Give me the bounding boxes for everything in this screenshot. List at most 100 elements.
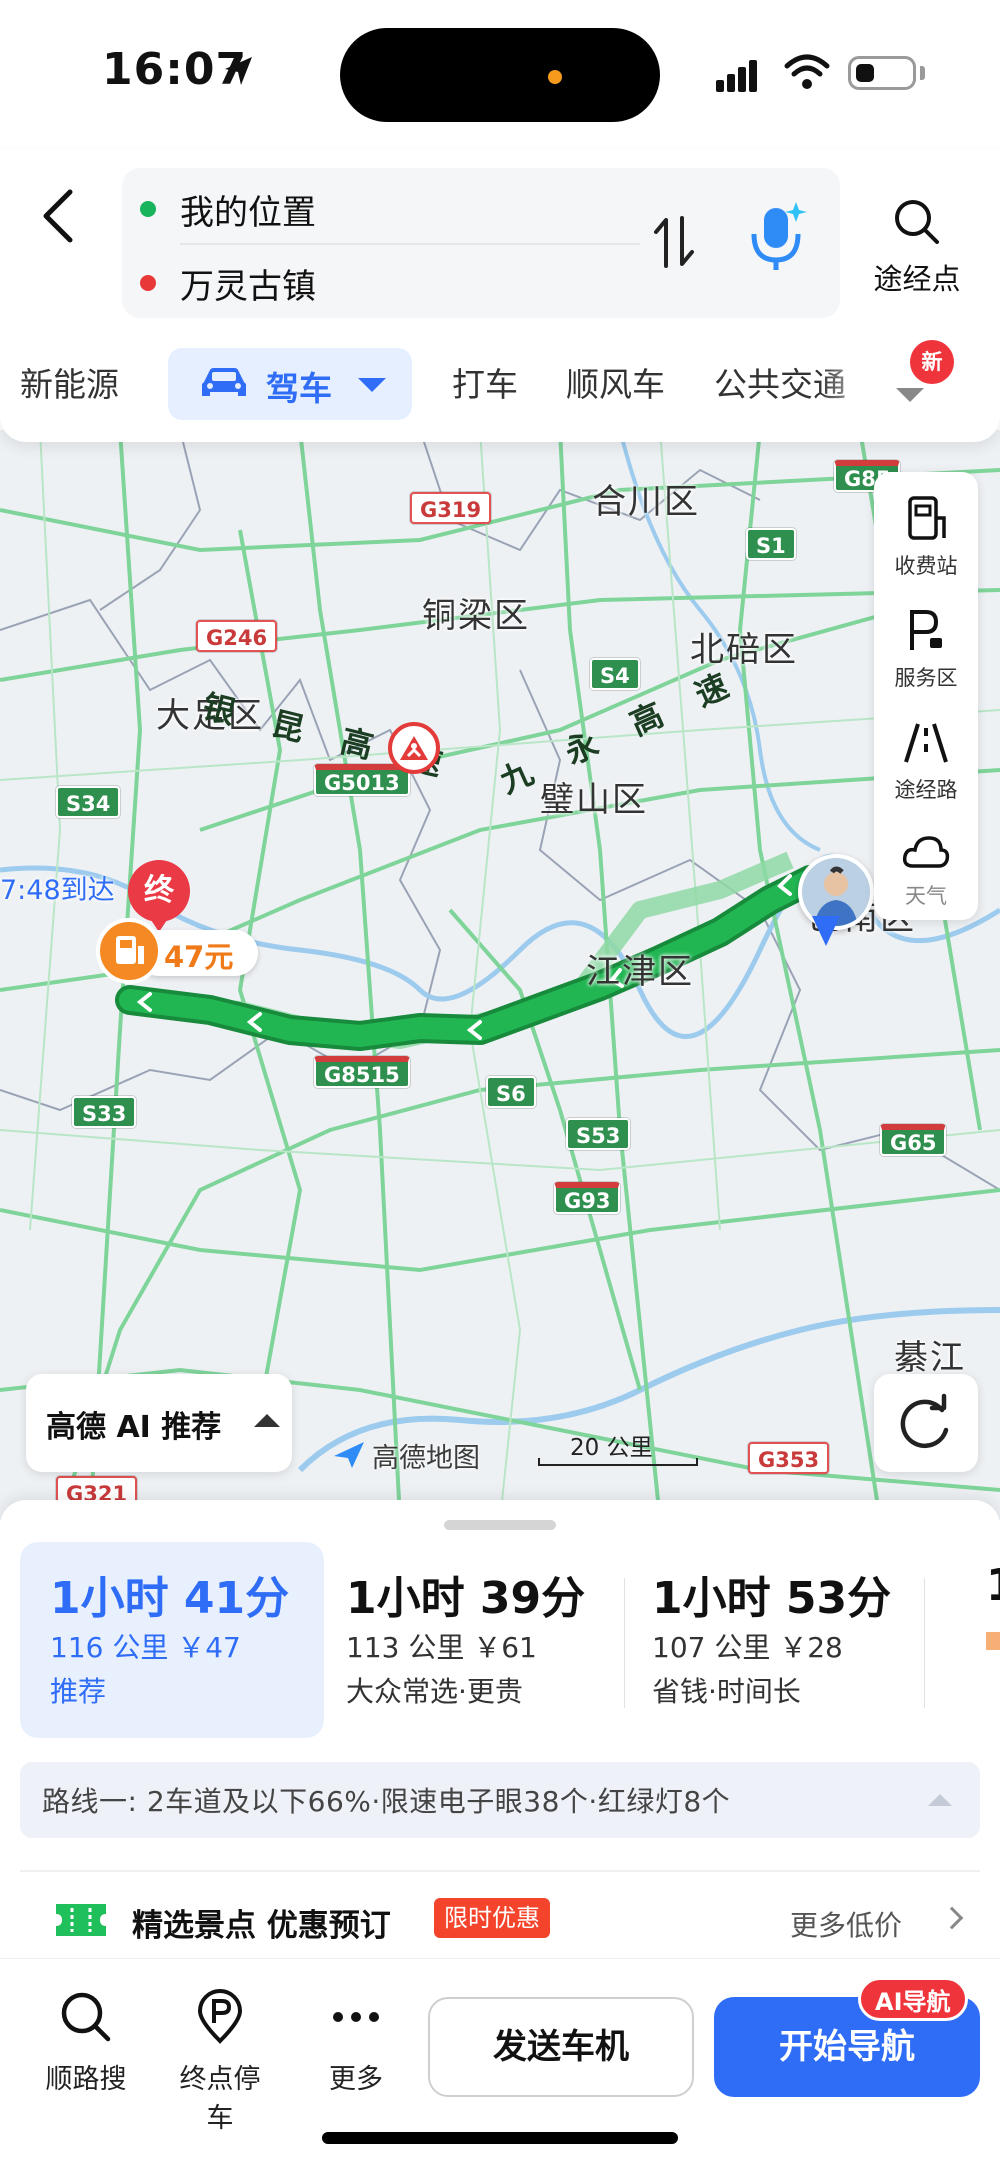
road-shield: S1 <box>746 528 796 560</box>
tab-taxi[interactable]: 打车 <box>452 358 518 406</box>
route-option-1[interactable]: 1小时 41分 116 公里 ￥47 推荐 <box>20 1542 324 1738</box>
road-shield: G8515 <box>314 1056 410 1088</box>
via-road-toggle[interactable]: 途经路 <box>874 718 978 804</box>
tab-drive[interactable]: 驾车 <box>168 348 412 420</box>
end-marker-label: 终 <box>128 860 190 922</box>
privacy-indicator <box>548 70 562 84</box>
road-shield: G246 <box>196 620 278 652</box>
search-header: 我的位置 万灵古镇 途经点 新能源 驾车 打车 顺风车 公共交通 新 <box>0 150 1000 442</box>
route-duration: 1小时 39分 <box>346 1573 586 1624</box>
chevron-down-icon <box>358 378 386 392</box>
route-duration: 1小时 41分 <box>50 1573 290 1624</box>
cloud-icon <box>902 836 950 868</box>
route-separator <box>624 1578 625 1708</box>
cellular-signal-icon <box>716 60 757 92</box>
amap-logo-icon <box>334 1442 364 1468</box>
battery-icon <box>848 56 916 90</box>
ai-recommend-label: 高德 AI 推荐 <box>46 1410 222 1445</box>
destination-dot <box>140 275 156 291</box>
route-option-3[interactable]: 1小时 53分 107 公里 ￥28 省钱·时间长 <box>626 1542 930 1738</box>
service-area-toggle[interactable]: 服务区 <box>874 606 978 692</box>
route-option-4-peek-tag <box>986 1632 1000 1650</box>
place-label: 江津区 <box>586 952 694 992</box>
road-shield: G93 <box>554 1182 621 1214</box>
toll-station-icon <box>908 496 946 540</box>
road-shield: S33 <box>72 1096 137 1128</box>
scale-bar <box>538 1458 698 1466</box>
road-icon <box>904 723 948 763</box>
weather-toggle[interactable]: 天气 <box>874 832 978 910</box>
refresh-button[interactable] <box>874 1374 978 1472</box>
route-tag: 大众常选·更贵 <box>346 1675 523 1708</box>
back-arrow-icon[interactable] <box>30 180 90 250</box>
add-waypoint-button[interactable]: 途经点 <box>862 196 972 298</box>
route-distance-cost: 107 公里 ￥28 <box>652 1631 843 1664</box>
route-duration: 1小时 53分 <box>652 1573 892 1624</box>
via-road-label: 途经路 <box>894 778 958 802</box>
route-tag: 省钱·时间长 <box>652 1675 801 1708</box>
send-to-car-button[interactable]: 发送车机 <box>428 1997 694 2097</box>
sheet-drag-handle[interactable] <box>444 1520 556 1530</box>
tab-carpool[interactable]: 顺风车 <box>566 358 665 406</box>
route-tag: 推荐 <box>50 1675 107 1708</box>
destination-text: 万灵古镇 <box>180 266 316 307</box>
section-divider <box>20 1870 980 1872</box>
scenic-promo-row[interactable]: 精选景点 优惠预订 限时优惠 更多低价 <box>20 1886 980 1956</box>
toll-station-label: 收费站 <box>894 554 958 578</box>
route-option-2[interactable]: 1小时 39分 113 公里 ￥61 大众常选·更贵 <box>322 1542 626 1738</box>
scale-label: 20 公里 <box>570 1435 653 1461</box>
road-shield: G353 <box>748 1442 830 1474</box>
more-dots-icon <box>333 2012 379 2022</box>
tabs-fade <box>820 346 880 422</box>
refresh-icon <box>900 1393 949 1449</box>
place-label: 铜梁区 <box>422 596 530 636</box>
road-shield: S4 <box>590 658 640 690</box>
route-details-bar[interactable]: 路线一: 2车道及以下66%·限速电子眼38个·红绿灯8个 <box>20 1762 980 1838</box>
destination-parking-button[interactable]: 终点停车 <box>170 1989 270 2135</box>
more-modes-chevron-icon[interactable] <box>896 388 924 402</box>
chevron-up-icon <box>928 1794 952 1806</box>
construction-icon[interactable] <box>388 722 440 774</box>
route-details-text: 路线一: 2车道及以下66%·限速电子眼38个·红绿灯8个 <box>42 1785 731 1818</box>
toll-station-toggle[interactable]: 收费站 <box>874 494 978 580</box>
toll-marker[interactable]: 47元 <box>96 918 258 984</box>
swap-icon[interactable] <box>652 212 696 272</box>
road-shield: G319 <box>410 492 492 524</box>
origin-field[interactable]: 我的位置 <box>140 176 316 242</box>
more-button[interactable]: 更多 <box>306 1989 406 2096</box>
road-shield: G65 <box>880 1124 947 1156</box>
service-area-label: 服务区 <box>894 666 958 690</box>
voice-mic-icon[interactable] <box>742 198 812 278</box>
along-route-search-label: 顺路搜 <box>45 2064 127 2095</box>
route-distance-cost: 113 公里 ￥61 <box>346 1631 537 1664</box>
along-route-search-button[interactable]: 顺路搜 <box>36 1989 136 2096</box>
origin-dot <box>140 201 156 217</box>
chevron-up-icon <box>254 1414 280 1427</box>
heading-arrow-icon <box>812 916 840 946</box>
route-option-4-peek[interactable]: 1 <box>986 1560 1000 1611</box>
place-label: 北碚区 <box>690 630 798 670</box>
new-badge: 新 <box>910 340 954 384</box>
route-input-box: 我的位置 万灵古镇 <box>122 168 840 318</box>
map-scale: 20 公里 <box>538 1428 698 1468</box>
tab-drive-label: 驾车 <box>266 369 332 408</box>
destination-parking-label: 终点停车 <box>179 2064 261 2134</box>
road-shield: S6 <box>486 1076 536 1108</box>
route-map[interactable]: 合川区 铜梁区 北碚区 大足区 璧山区 巴南区 江津区 綦江区 G319 G85… <box>0 430 1000 1520</box>
road-shield: S53 <box>566 1118 631 1150</box>
travel-mode-tabs: 新能源 驾车 打车 顺风车 公共交通 新 <box>0 340 1000 422</box>
wifi-icon <box>784 54 830 89</box>
dynamic-island <box>340 28 660 122</box>
ai-recommend-toggle[interactable]: 高德 AI 推荐 <box>26 1374 292 1472</box>
promo-more-link[interactable]: 更多低价 <box>790 1904 902 1944</box>
home-indicator[interactable] <box>322 2132 678 2144</box>
promo-title: 精选景点 优惠预订 <box>132 1908 391 1944</box>
tab-new-energy[interactable]: 新能源 <box>20 358 119 406</box>
status-bar: 16:07 <box>0 0 1000 150</box>
current-location-avatar[interactable] <box>798 854 874 954</box>
place-label: 合川区 <box>592 482 700 522</box>
arrival-time-label: 7:48到达 <box>0 875 115 906</box>
parking-pin-icon <box>197 1989 243 2044</box>
destination-field[interactable]: 万灵古镇 <box>140 250 316 316</box>
weather-label: 天气 <box>905 884 947 908</box>
